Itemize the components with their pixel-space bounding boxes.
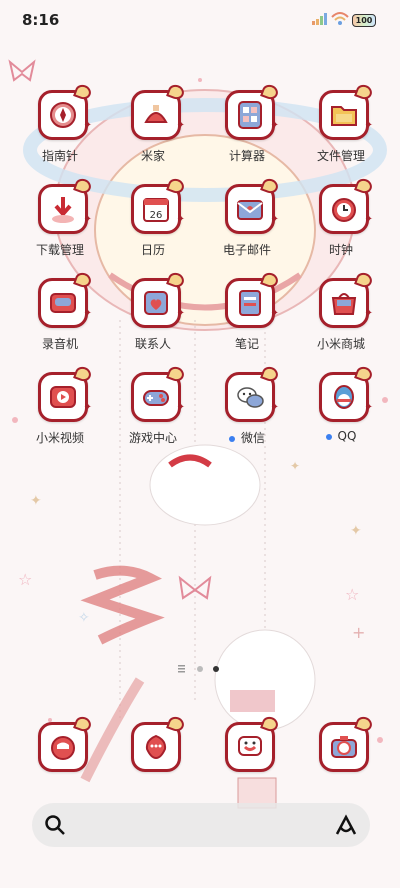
recorder-icon	[50, 293, 76, 313]
app-label: 电子邮件	[222, 243, 271, 257]
phone-icon	[51, 736, 75, 760]
notification-dot	[228, 435, 235, 442]
search-icon	[45, 815, 65, 835]
dock-camera[interactable]	[296, 714, 386, 772]
app-label: 游戏中心	[128, 431, 177, 445]
page-dot-active	[213, 666, 219, 672]
camera-icon	[331, 736, 357, 758]
app-label: 联系人	[134, 337, 171, 351]
app-contacts[interactable]: ✦ 联系人	[108, 270, 198, 368]
wechat-icon	[237, 387, 264, 408]
app-clock[interactable]: ✦ 时钟	[296, 176, 386, 274]
app-qq[interactable]: ✦ QQ	[296, 364, 386, 462]
notification-dot	[325, 433, 332, 440]
dock-browser[interactable]	[202, 714, 292, 772]
download-icon	[52, 197, 74, 223]
app-label: 微信	[202, 429, 292, 446]
wifi-icon	[331, 12, 349, 25]
search-bar[interactable]	[32, 803, 370, 847]
page-list-icon	[178, 665, 185, 673]
app-label: 文件管理	[316, 149, 365, 163]
clock-icon	[332, 198, 356, 222]
app-file-manager[interactable]: ✦ 文件管理	[296, 82, 386, 180]
status-bar: 8:16 100	[0, 0, 400, 40]
svg-text:✧: ✧	[78, 610, 90, 626]
app-calendar[interactable]: ✦ 26 日历	[108, 176, 198, 274]
calendar-icon: 26	[143, 198, 169, 222]
app-wechat[interactable]: ✦ 微信	[202, 364, 292, 462]
app-label: 日历	[140, 243, 165, 257]
status-time: 8:16	[22, 11, 60, 29]
mijia-icon	[144, 105, 168, 123]
app-downloads[interactable]: ✦ 下载管理	[15, 176, 105, 274]
app-label: 笔记	[234, 337, 259, 351]
signal-icon	[312, 13, 327, 25]
app-mijia[interactable]: ✦ 米家	[108, 82, 198, 180]
app-label: 录音机	[41, 337, 78, 351]
app-label: 米家	[140, 149, 165, 163]
app-label: QQ	[296, 429, 386, 443]
app-label: 下载管理	[35, 243, 84, 257]
svg-text:26: 26	[150, 210, 163, 221]
contacts-icon	[144, 291, 168, 315]
svg-text:✦: ✦	[350, 523, 362, 539]
app-label: 小米商城	[316, 337, 365, 351]
app-label: 指南针	[41, 149, 78, 163]
dock-messages[interactable]	[108, 714, 198, 772]
calculator-icon	[238, 101, 262, 129]
notes-icon	[239, 290, 261, 316]
app-compass[interactable]: ✦ 指南针	[15, 82, 105, 180]
svg-text:☆: ☆	[18, 570, 32, 589]
qq-icon	[334, 385, 354, 409]
page-dot	[197, 666, 203, 672]
app-label: 小米视频	[35, 431, 84, 445]
svg-text:☆: ☆	[345, 585, 359, 604]
app-notes[interactable]: ✦ 笔记	[202, 270, 292, 368]
dock-phone[interactable]	[15, 714, 105, 772]
battery-icon: 100	[352, 14, 376, 27]
svg-text:✦: ✦	[30, 493, 42, 509]
video-icon	[50, 386, 76, 408]
app-recorder[interactable]: ✦ 录音机	[15, 270, 105, 368]
app-label: 时钟	[328, 243, 353, 257]
gamepad-icon	[143, 390, 169, 406]
store-icon	[331, 293, 357, 315]
app-mi-video[interactable]: ✦ 小米视频	[15, 364, 105, 462]
app-email[interactable]: ✦ 电子邮件	[202, 176, 292, 274]
svg-text:+: +	[352, 623, 365, 642]
app-game-center[interactable]: ✦ 游戏中心	[108, 364, 198, 462]
app-mi-store[interactable]: ✦ 小米商城	[296, 270, 386, 368]
browser-icon	[238, 736, 262, 756]
assistant-icon[interactable]	[334, 814, 358, 836]
mail-icon	[237, 200, 263, 220]
compass-icon	[50, 102, 76, 128]
app-calculator[interactable]: ✦ 计算器	[202, 82, 292, 180]
folder-icon	[331, 106, 357, 126]
messages-icon	[145, 734, 167, 760]
app-label: 计算器	[228, 149, 265, 163]
